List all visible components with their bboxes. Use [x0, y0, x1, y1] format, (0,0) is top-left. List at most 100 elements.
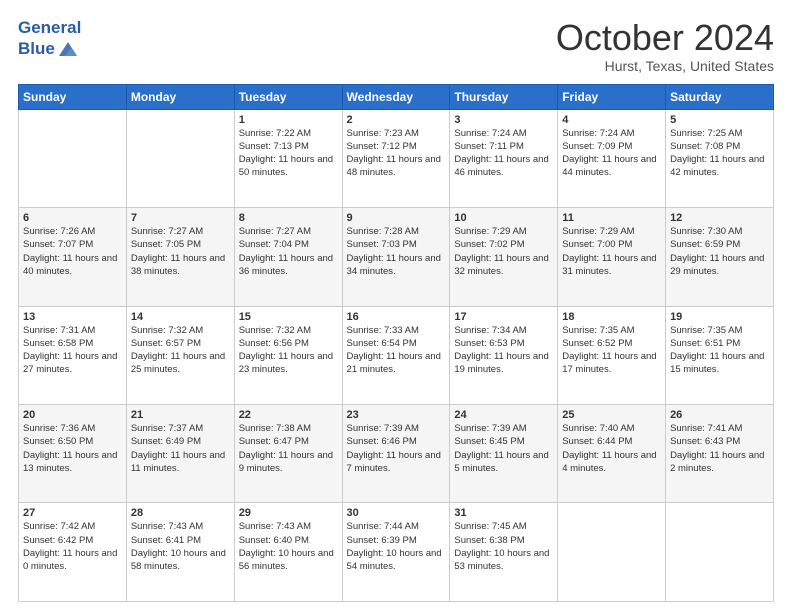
day-info: Sunrise: 7:28 AMSunset: 7:03 PMDaylight:…	[347, 225, 446, 278]
week-row-2: 6Sunrise: 7:26 AMSunset: 7:07 PMDaylight…	[19, 208, 774, 306]
header: General Blue October 2024 Hurst, Texas, …	[18, 18, 774, 74]
day-number: 13	[23, 311, 122, 323]
day-info: Sunrise: 7:35 AMSunset: 6:52 PMDaylight:…	[562, 324, 661, 377]
calendar-cell: 31Sunrise: 7:45 AMSunset: 6:38 PMDayligh…	[450, 503, 558, 602]
day-info: Sunrise: 7:29 AMSunset: 7:00 PMDaylight:…	[562, 225, 661, 278]
calendar-cell: 9Sunrise: 7:28 AMSunset: 7:03 PMDaylight…	[342, 208, 450, 306]
calendar-cell: 7Sunrise: 7:27 AMSunset: 7:05 PMDaylight…	[126, 208, 234, 306]
day-info: Sunrise: 7:30 AMSunset: 6:59 PMDaylight:…	[670, 225, 769, 278]
calendar-cell: 25Sunrise: 7:40 AMSunset: 6:44 PMDayligh…	[558, 405, 666, 503]
calendar-cell: 6Sunrise: 7:26 AMSunset: 7:07 PMDaylight…	[19, 208, 127, 306]
day-info: Sunrise: 7:23 AMSunset: 7:12 PMDaylight:…	[347, 127, 446, 180]
calendar-cell: 1Sunrise: 7:22 AMSunset: 7:13 PMDaylight…	[234, 109, 342, 207]
day-info: Sunrise: 7:22 AMSunset: 7:13 PMDaylight:…	[239, 127, 338, 180]
calendar-cell: 14Sunrise: 7:32 AMSunset: 6:57 PMDayligh…	[126, 306, 234, 404]
day-number: 9	[347, 212, 446, 224]
calendar-header-row: Sunday Monday Tuesday Wednesday Thursday…	[19, 84, 774, 109]
day-number: 5	[670, 114, 769, 126]
day-info: Sunrise: 7:41 AMSunset: 6:43 PMDaylight:…	[670, 422, 769, 475]
day-info: Sunrise: 7:33 AMSunset: 6:54 PMDaylight:…	[347, 324, 446, 377]
day-number: 8	[239, 212, 338, 224]
day-info: Sunrise: 7:36 AMSunset: 6:50 PMDaylight:…	[23, 422, 122, 475]
day-number: 12	[670, 212, 769, 224]
day-info: Sunrise: 7:38 AMSunset: 6:47 PMDaylight:…	[239, 422, 338, 475]
day-number: 24	[454, 409, 553, 421]
day-info: Sunrise: 7:35 AMSunset: 6:51 PMDaylight:…	[670, 324, 769, 377]
calendar-cell	[666, 503, 774, 602]
week-row-4: 20Sunrise: 7:36 AMSunset: 6:50 PMDayligh…	[19, 405, 774, 503]
day-info: Sunrise: 7:29 AMSunset: 7:02 PMDaylight:…	[454, 225, 553, 278]
calendar-cell: 27Sunrise: 7:42 AMSunset: 6:42 PMDayligh…	[19, 503, 127, 602]
day-number: 10	[454, 212, 553, 224]
calendar-cell: 20Sunrise: 7:36 AMSunset: 6:50 PMDayligh…	[19, 405, 127, 503]
day-number: 2	[347, 114, 446, 126]
day-info: Sunrise: 7:44 AMSunset: 6:39 PMDaylight:…	[347, 520, 446, 573]
day-info: Sunrise: 7:27 AMSunset: 7:05 PMDaylight:…	[131, 225, 230, 278]
day-info: Sunrise: 7:39 AMSunset: 6:46 PMDaylight:…	[347, 422, 446, 475]
calendar-cell: 29Sunrise: 7:43 AMSunset: 6:40 PMDayligh…	[234, 503, 342, 602]
logo-blue: Blue	[18, 39, 55, 59]
day-info: Sunrise: 7:40 AMSunset: 6:44 PMDaylight:…	[562, 422, 661, 475]
day-number: 18	[562, 311, 661, 323]
day-number: 4	[562, 114, 661, 126]
day-info: Sunrise: 7:45 AMSunset: 6:38 PMDaylight:…	[454, 520, 553, 573]
calendar-cell: 18Sunrise: 7:35 AMSunset: 6:52 PMDayligh…	[558, 306, 666, 404]
calendar-cell: 21Sunrise: 7:37 AMSunset: 6:49 PMDayligh…	[126, 405, 234, 503]
calendar-cell: 24Sunrise: 7:39 AMSunset: 6:45 PMDayligh…	[450, 405, 558, 503]
calendar-cell: 2Sunrise: 7:23 AMSunset: 7:12 PMDaylight…	[342, 109, 450, 207]
day-number: 6	[23, 212, 122, 224]
col-friday: Friday	[558, 84, 666, 109]
col-monday: Monday	[126, 84, 234, 109]
calendar-cell: 26Sunrise: 7:41 AMSunset: 6:43 PMDayligh…	[666, 405, 774, 503]
day-number: 7	[131, 212, 230, 224]
day-info: Sunrise: 7:24 AMSunset: 7:09 PMDaylight:…	[562, 127, 661, 180]
day-info: Sunrise: 7:42 AMSunset: 6:42 PMDaylight:…	[23, 520, 122, 573]
calendar-cell: 4Sunrise: 7:24 AMSunset: 7:09 PMDaylight…	[558, 109, 666, 207]
day-number: 28	[131, 507, 230, 519]
day-info: Sunrise: 7:32 AMSunset: 6:56 PMDaylight:…	[239, 324, 338, 377]
logo-general: General	[18, 18, 81, 38]
day-info: Sunrise: 7:34 AMSunset: 6:53 PMDaylight:…	[454, 324, 553, 377]
day-number: 21	[131, 409, 230, 421]
day-info: Sunrise: 7:32 AMSunset: 6:57 PMDaylight:…	[131, 324, 230, 377]
calendar-cell: 22Sunrise: 7:38 AMSunset: 6:47 PMDayligh…	[234, 405, 342, 503]
calendar-cell: 30Sunrise: 7:44 AMSunset: 6:39 PMDayligh…	[342, 503, 450, 602]
calendar-cell: 19Sunrise: 7:35 AMSunset: 6:51 PMDayligh…	[666, 306, 774, 404]
logo: General Blue	[18, 18, 81, 60]
day-info: Sunrise: 7:37 AMSunset: 6:49 PMDaylight:…	[131, 422, 230, 475]
day-info: Sunrise: 7:26 AMSunset: 7:07 PMDaylight:…	[23, 225, 122, 278]
day-info: Sunrise: 7:24 AMSunset: 7:11 PMDaylight:…	[454, 127, 553, 180]
calendar-cell: 16Sunrise: 7:33 AMSunset: 6:54 PMDayligh…	[342, 306, 450, 404]
calendar-cell	[19, 109, 127, 207]
month-title: October 2024	[556, 18, 774, 58]
calendar-cell	[558, 503, 666, 602]
day-number: 23	[347, 409, 446, 421]
calendar-cell: 28Sunrise: 7:43 AMSunset: 6:41 PMDayligh…	[126, 503, 234, 602]
day-info: Sunrise: 7:25 AMSunset: 7:08 PMDaylight:…	[670, 127, 769, 180]
col-wednesday: Wednesday	[342, 84, 450, 109]
day-number: 17	[454, 311, 553, 323]
day-number: 22	[239, 409, 338, 421]
calendar-cell: 3Sunrise: 7:24 AMSunset: 7:11 PMDaylight…	[450, 109, 558, 207]
day-number: 14	[131, 311, 230, 323]
week-row-5: 27Sunrise: 7:42 AMSunset: 6:42 PMDayligh…	[19, 503, 774, 602]
calendar-table: Sunday Monday Tuesday Wednesday Thursday…	[18, 84, 774, 602]
location: Hurst, Texas, United States	[556, 58, 774, 74]
day-number: 16	[347, 311, 446, 323]
calendar-cell: 8Sunrise: 7:27 AMSunset: 7:04 PMDaylight…	[234, 208, 342, 306]
day-number: 1	[239, 114, 338, 126]
day-info: Sunrise: 7:31 AMSunset: 6:58 PMDaylight:…	[23, 324, 122, 377]
day-number: 3	[454, 114, 553, 126]
logo-icon	[57, 38, 79, 60]
week-row-3: 13Sunrise: 7:31 AMSunset: 6:58 PMDayligh…	[19, 306, 774, 404]
calendar-cell: 5Sunrise: 7:25 AMSunset: 7:08 PMDaylight…	[666, 109, 774, 207]
col-saturday: Saturday	[666, 84, 774, 109]
calendar-cell: 15Sunrise: 7:32 AMSunset: 6:56 PMDayligh…	[234, 306, 342, 404]
col-thursday: Thursday	[450, 84, 558, 109]
day-number: 26	[670, 409, 769, 421]
day-number: 11	[562, 212, 661, 224]
day-info: Sunrise: 7:39 AMSunset: 6:45 PMDaylight:…	[454, 422, 553, 475]
day-info: Sunrise: 7:43 AMSunset: 6:40 PMDaylight:…	[239, 520, 338, 573]
col-sunday: Sunday	[19, 84, 127, 109]
day-number: 15	[239, 311, 338, 323]
